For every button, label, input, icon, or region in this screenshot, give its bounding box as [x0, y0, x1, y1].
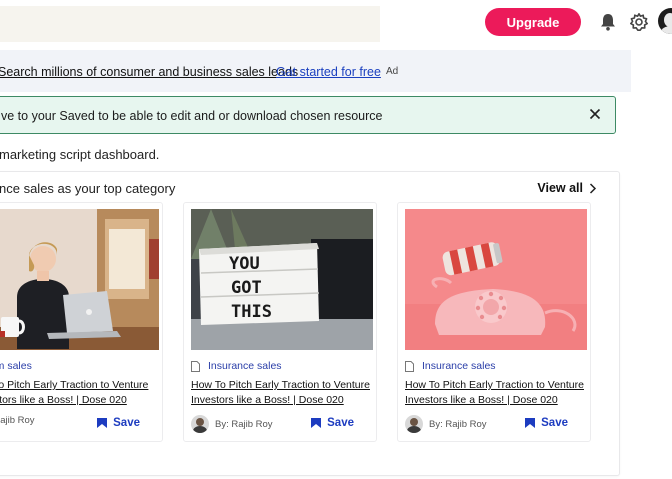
card-category: Insurance sales [405, 360, 496, 372]
card-category: Alarm sales [0, 360, 32, 372]
bookmark-icon [311, 418, 322, 428]
upgrade-button[interactable]: Upgrade [485, 8, 581, 36]
card-title-line: How To Pitch Early Traction to Venture [405, 379, 584, 391]
category-label: Alarm sales [0, 360, 32, 372]
main-content: Search millions of consumer and business… [0, 50, 631, 479]
author-name: By: Rajib Roy [0, 415, 35, 426]
resource-card[interactable]: Alarm sales ow To Pitch Early Traction t… [0, 202, 163, 442]
ad-banner: Search millions of consumer and business… [0, 50, 631, 93]
close-icon[interactable] [587, 106, 603, 122]
author-name: By: Rajib Roy [215, 418, 273, 430]
card-title-line: ow To Pitch Early Traction to Venture [0, 379, 149, 391]
pink-telephone-photo[interactable] [405, 209, 587, 350]
document-icon [405, 360, 414, 372]
ad-text-link[interactable]: Search millions of consumer and business… [0, 65, 298, 79]
view-all-link[interactable]: View all [537, 181, 597, 195]
user-avatar[interactable] [658, 8, 672, 34]
bookmark-icon [525, 418, 536, 428]
save-button[interactable]: Save [97, 417, 140, 429]
resource-card[interactable]: YOU GOT THIS Insurance sales How To Pitc… [183, 202, 377, 442]
save-button[interactable]: Save [525, 417, 568, 429]
card-title-line: How To Pitch Early Traction to Venture [191, 379, 370, 391]
chevron-right-icon [589, 182, 597, 194]
save-label: Save [113, 417, 140, 429]
card-author: By: Rajib Roy [405, 415, 487, 433]
card-title-line: Investors like a Boss! | Dose 020 [405, 394, 558, 406]
card-author: By: Rajib Roy [0, 415, 35, 426]
category-label: Insurance sales [422, 360, 496, 372]
card-author: By: Rajib Roy [191, 415, 273, 433]
ad-cta-link[interactable]: Gat started for free [276, 65, 381, 79]
bookmark-icon [97, 418, 108, 428]
card-title-line: nvestors like a Boss! | Dose 020 [0, 394, 127, 406]
bell-icon[interactable] [597, 11, 619, 33]
document-icon [191, 360, 200, 372]
card-title-link[interactable]: ow To Pitch Early Traction to Venture nv… [0, 378, 159, 408]
author-name: By: Rajib Roy [429, 418, 487, 430]
you-got-this-lightbox-photo[interactable]: YOU GOT THIS [191, 209, 373, 350]
author-avatar [191, 415, 209, 433]
woman-laptop-photo[interactable] [0, 209, 159, 350]
author-avatar [405, 415, 423, 433]
save-label: Save [327, 417, 354, 429]
lightbox-line-1: YOU [229, 254, 260, 274]
view-all-label: View all [537, 181, 583, 195]
gear-icon[interactable] [628, 11, 650, 33]
content-panel: ve to your Saved to be able to edit and … [0, 92, 631, 479]
saved-notice: ve to your Saved to be able to edit and … [0, 96, 616, 134]
category-section: nce sales as your top category View all [0, 171, 620, 476]
category-label: Insurance sales [208, 360, 282, 372]
search-input[interactable] [0, 6, 380, 42]
section-title: nce sales as your top category [0, 181, 176, 196]
card-title-link[interactable]: How To Pitch Early Traction to Venture I… [405, 378, 587, 408]
save-button[interactable]: Save [311, 417, 354, 429]
card-title-link[interactable]: How To Pitch Early Traction to Venture I… [191, 378, 373, 408]
top-bar: Upgrade [0, 0, 672, 48]
card-category: Insurance sales [191, 360, 282, 372]
resource-card[interactable]: Insurance sales How To Pitch Early Tract… [397, 202, 591, 442]
dashboard-caption: marketing script dashboard. [0, 147, 160, 162]
lightbox-line-3: THIS [231, 302, 272, 322]
card-title-line: Investors like a Boss! | Dose 020 [191, 394, 344, 406]
save-label: Save [541, 417, 568, 429]
ad-tag: Ad [386, 66, 399, 77]
notice-text: ve to your Saved to be able to edit and … [1, 109, 383, 123]
lightbox-line-2: GOT [231, 278, 262, 298]
